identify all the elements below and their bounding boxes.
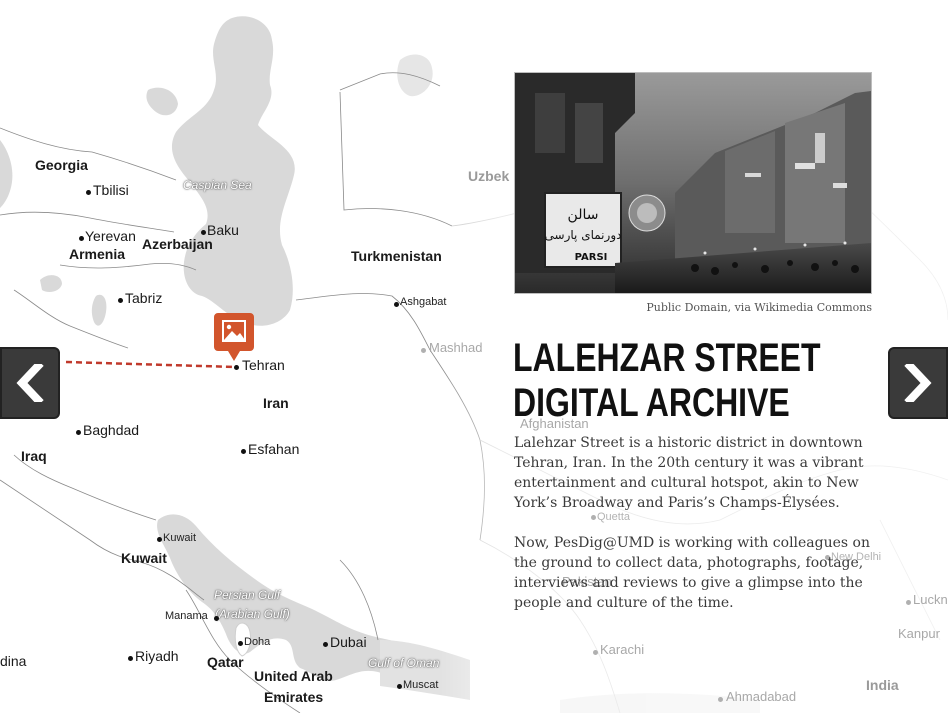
label-gulf-of-oman: Gulf of Oman: [368, 656, 440, 670]
label-iraq: Iraq: [21, 448, 47, 464]
city-dot: [214, 616, 219, 621]
title-line-1: LALEHZAR STREET: [513, 336, 821, 380]
label-tabriz: Tabriz: [125, 290, 163, 306]
black-sea-edge: [0, 140, 13, 208]
description-paragraph-1: Lalehzar Street is a historic district i…: [514, 435, 864, 511]
label-dina: dina: [0, 653, 27, 669]
previous-button[interactable]: [0, 347, 60, 419]
lake-urmia: [91, 294, 107, 326]
city-dot: [157, 537, 162, 542]
label-manama: Manama: [165, 610, 208, 622]
label-azerbaijan: Azerbaijan: [142, 236, 213, 252]
label-qatar: Qatar: [207, 654, 244, 670]
description: Lalehzar Street is a historic district i…: [514, 433, 886, 633]
lake-sevan: [40, 275, 62, 292]
label-georgia: Georgia: [35, 157, 88, 173]
city-dot: [128, 656, 133, 661]
next-button[interactable]: [888, 347, 948, 419]
label-arabian-gulf: (Arabian Gulf): [215, 607, 290, 621]
label-persian-gulf: Persian Gulf: [214, 588, 281, 602]
label-yerevan: Yerevan: [85, 228, 136, 244]
city-dot: [906, 600, 911, 605]
city-dot: [79, 236, 84, 241]
label-iran: Iran: [263, 395, 289, 411]
chevron-left-icon: [16, 364, 44, 402]
label-ashgabat: Ashgabat: [400, 296, 447, 308]
svg-text:سالن: سالن: [568, 207, 599, 223]
label-turkmenistan: Turkmenistan: [351, 248, 442, 264]
city-dot: [238, 641, 243, 646]
city-dot: [421, 348, 426, 353]
label-lucknow: Luckn: [913, 592, 948, 607]
caspian-sea-shape: [171, 16, 295, 326]
label-esfahan: Esfahan: [248, 441, 300, 457]
label-caspian-sea: Caspian Sea: [183, 178, 252, 192]
label-kuwait: Kuwait: [121, 550, 167, 566]
svg-text:دورنمای پارسی: دورنمای پارسی: [545, 228, 622, 243]
label-tbilisi: Tbilisi: [93, 182, 129, 198]
label-kuwait-city: Kuwait: [163, 532, 197, 544]
city-dot: [201, 230, 206, 235]
city-dot: [76, 430, 81, 435]
title-line-2: DIGITAL ARCHIVE: [513, 381, 790, 425]
city-dot: [323, 642, 328, 647]
city-dot: [241, 449, 246, 454]
label-ahmadabad: Ahmadabad: [726, 689, 797, 704]
label-uae-line1: United Arab: [254, 668, 333, 684]
city-dot: [394, 302, 399, 307]
label-baghdad: Baghdad: [83, 422, 140, 438]
label-karachi: Karachi: [600, 642, 645, 657]
caspian-north-inlet: [146, 87, 178, 116]
city-dot: [718, 697, 723, 702]
label-riyadh: Riyadh: [135, 648, 179, 664]
city-dot: [593, 650, 598, 655]
label-doha: Doha: [244, 636, 271, 648]
city-dot: [118, 298, 123, 303]
aral-sea-shape: [397, 54, 433, 97]
label-muscat: Muscat: [403, 679, 439, 691]
city-dot: [86, 190, 91, 195]
svg-text:PARSI: PARSI: [575, 252, 608, 263]
label-india: India: [866, 677, 899, 693]
label-kanpur: Kanpur: [898, 626, 940, 641]
street-photo-image: سالن دورنمای پارسی PARSI: [515, 73, 871, 293]
label-mashhad: Mashhad: [429, 340, 483, 355]
city-dot: [397, 684, 402, 689]
description-paragraph-2: Now, PesDig@UMD is working with colleagu…: [514, 535, 870, 611]
photo-marker[interactable]: [214, 313, 254, 363]
chevron-right-icon: [904, 364, 932, 402]
city-dot: [234, 365, 239, 370]
photo-credit: Public Domain, via Wikimedia Commons: [646, 301, 872, 314]
label-uae-line2: Emirates: [264, 689, 324, 705]
label-armenia: Armenia: [69, 246, 126, 262]
label-dubai: Dubai: [330, 634, 367, 650]
photo-icon: [214, 313, 254, 361]
page-title: LALEHZAR STREET DIGITAL ARCHIVE: [513, 336, 821, 426]
label-uzbek: Uzbek: [468, 168, 510, 184]
archive-photo: سالن دورنمای پارسی PARSI: [514, 72, 872, 294]
route-line: [65, 360, 237, 369]
